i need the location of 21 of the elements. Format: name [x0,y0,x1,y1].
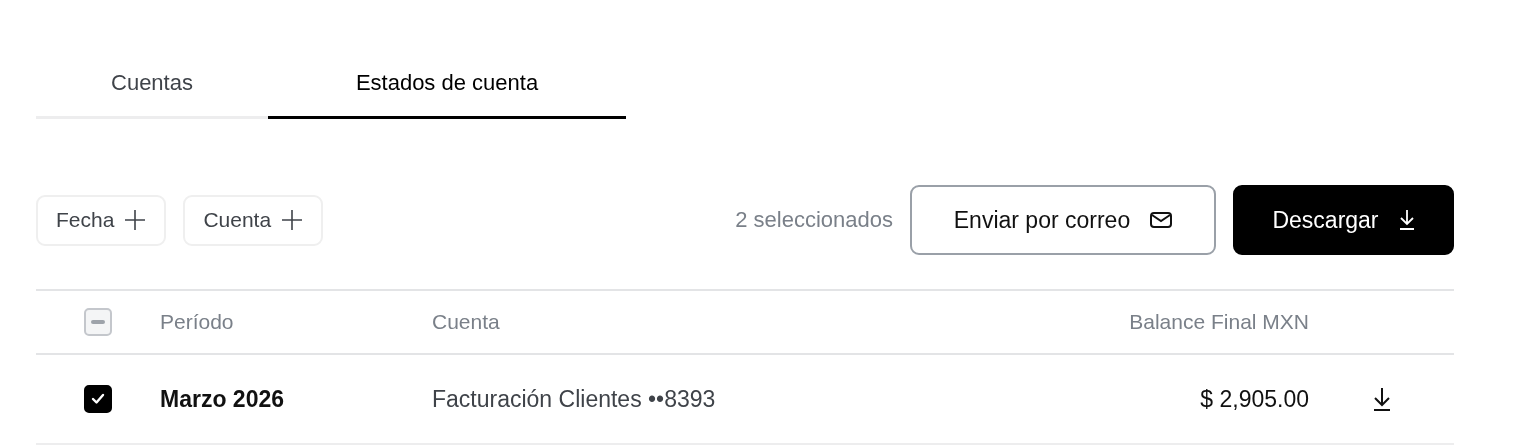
row-checkbox[interactable] [84,385,112,413]
table-cell-text: Facturación Clientes ••8393 [432,385,717,413]
plus-icon [124,209,147,231]
tab[interactable]: Estados de cuenta [268,50,626,119]
column-header: Período [160,310,235,334]
column-header: Balance Final MXN [1128,310,1309,334]
check-icon [91,393,105,405]
action-button[interactable]: Enviar por correo [910,185,1216,255]
download-icon [1398,209,1415,231]
table-cell-text: $ 2,905.00 [1199,385,1309,413]
selection-count: 2 seleccionados [735,207,893,233]
select-all-checkbox[interactable] [84,308,112,336]
table-cell-text: Marzo 2026 [160,385,285,413]
action-button[interactable]: Descargar [1233,185,1454,255]
mail-icon [1150,212,1173,228]
tab[interactable]: Cuentas [36,50,268,119]
download-icon[interactable] [1371,386,1392,412]
plus-icon [281,209,304,231]
filter-button[interactable]: Fecha [36,194,167,246]
filter-button[interactable]: Cuenta [183,194,324,246]
column-header: Cuenta [432,310,501,334]
